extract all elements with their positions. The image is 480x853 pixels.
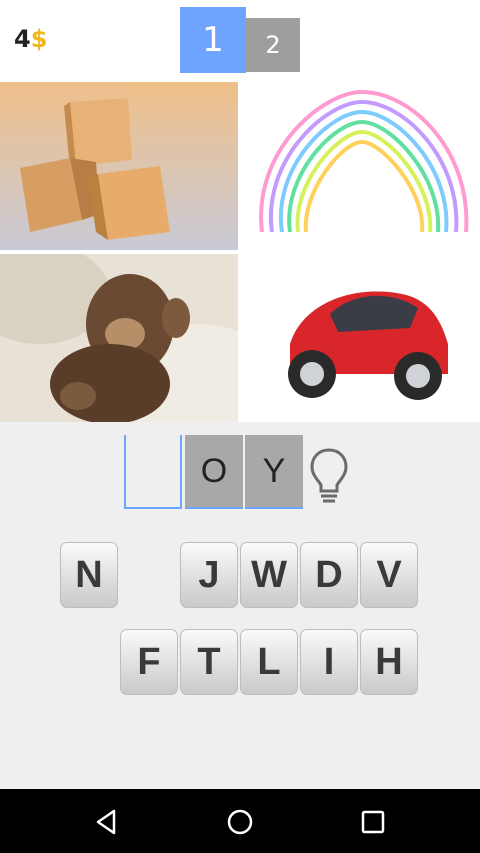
answer-slot-3[interactable]: Y (245, 435, 303, 509)
teddy-monkey-image (0, 254, 238, 422)
key-letter[interactable]: J (180, 542, 238, 608)
key-letter[interactable]: F (120, 629, 178, 695)
answer-slot-2[interactable]: O (185, 435, 243, 509)
key-letter[interactable]: V (360, 542, 418, 608)
slinky-image (242, 82, 480, 250)
level-next[interactable]: 2 (246, 18, 300, 72)
home-circle-icon[interactable] (225, 807, 255, 837)
recents-square-icon[interactable] (358, 807, 388, 837)
currency-symbol: $ (30, 25, 48, 53)
key-letter[interactable]: W (240, 542, 298, 608)
key-letter[interactable]: T (180, 629, 238, 695)
level-current: 1 (180, 7, 246, 73)
toy-car-image (242, 254, 480, 422)
key-letter[interactable]: L (240, 629, 298, 695)
system-nav-bar (0, 789, 480, 853)
lightbulb-icon[interactable] (309, 447, 349, 507)
back-triangle-icon[interactable] (92, 807, 122, 837)
wooden-blocks-image (0, 82, 238, 250)
coin-counter: 4$ (14, 25, 47, 53)
answer-slot-1[interactable] (124, 435, 182, 509)
key-letter[interactable]: H (360, 629, 418, 695)
key-letter[interactable]: N (60, 542, 118, 608)
top-bar: 4$ 1 2 (0, 0, 480, 82)
key-letter[interactable]: D (300, 542, 358, 608)
key-letter[interactable]: I (300, 629, 358, 695)
coin-count: 4 (14, 25, 31, 53)
